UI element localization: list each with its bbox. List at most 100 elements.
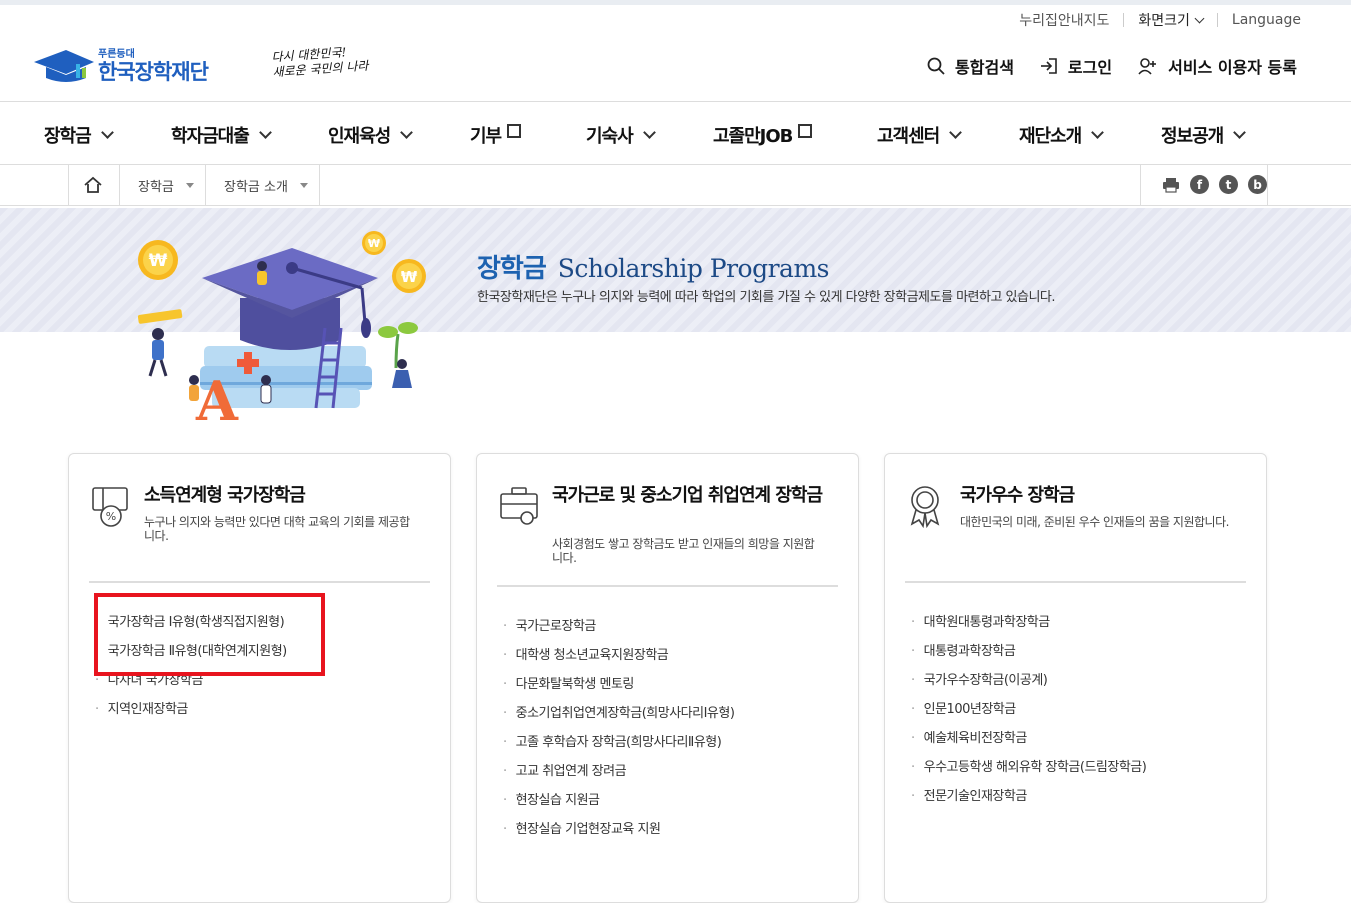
- gnb-item-about[interactable]: 재단소개: [1019, 122, 1105, 148]
- blog-icon[interactable]: b: [1248, 175, 1267, 194]
- scholarship-list: 대학원대통령과학장학금 대통령과학장학금 국가우수장학금(이공계) 인문100년…: [911, 614, 1147, 817]
- list-item[interactable]: 국가우수장학금(이공계): [911, 672, 1146, 701]
- list-item[interactable]: 다문화탈북학생 멘토링: [503, 676, 734, 705]
- main-navigation: 장학금 학자금대출 인재육성 기부 기숙사 고졸만JOB 고객센터 재단소개 정…: [0, 101, 1351, 165]
- login-icon: [1040, 58, 1057, 74]
- header-actions: 통합검색 로그인 서비스 이용자 등록: [901, 54, 1297, 78]
- chevron-down-icon: [1091, 125, 1105, 139]
- list-item[interactable]: 전문기술인재장학금: [911, 788, 1146, 817]
- svg-text:A: A: [195, 369, 239, 424]
- login-label: 로그인: [1067, 58, 1113, 77]
- chevron-down-icon: [1194, 13, 1205, 24]
- search-button[interactable]: 통합검색: [927, 54, 1014, 78]
- card-description: 누구나 의지와 능력만 있다면 대학 교육의 기회를 제공합니다.: [144, 515, 410, 543]
- slogan: 다시 대한민국! 새로운 국민의 나라: [271, 44, 369, 81]
- coin-icon: ₩: [138, 240, 178, 280]
- gnb-item-disclosure[interactable]: 정보공개: [1161, 122, 1247, 148]
- divider: [1216, 13, 1218, 27]
- list-item[interactable]: 대학생 청소년교육지원장학금: [503, 647, 734, 676]
- search-label: 통합검색: [955, 58, 1014, 77]
- list-item[interactable]: 지역인재장학금: [95, 701, 287, 730]
- utility-bar: 누리집안내지도 화면크기 Language: [1019, 10, 1301, 30]
- breadcrumb-level1-label: 장학금: [138, 179, 174, 195]
- gnb-item-job[interactable]: 고졸만JOB: [713, 122, 813, 148]
- graduation-illustration: ₩ ₩ ₩ A: [130, 228, 430, 433]
- add-user-icon: [1138, 58, 1157, 75]
- gnb-item-donation[interactable]: 기부: [470, 122, 522, 148]
- language-button[interactable]: Language: [1232, 12, 1301, 28]
- list-item[interactable]: 현장실습 기업현장교육 지원: [503, 821, 734, 850]
- list-item[interactable]: 중소기업취업연계장학금(희망사다리Ⅰ유형): [503, 705, 735, 734]
- scholarship-list: 국가근로장학금 대학생 청소년교육지원장학금 다문화탈북학생 멘토링 중소기업취…: [503, 618, 735, 850]
- font-size-button[interactable]: 화면크기: [1138, 10, 1205, 30]
- register-button[interactable]: 서비스 이용자 등록: [1138, 54, 1297, 78]
- card-title: 국가근로 및 중소기업 취업연계 장학금: [552, 485, 823, 506]
- page-title-korean: 장학금: [477, 254, 547, 284]
- breadcrumb-level2[interactable]: 장학금 소개: [205, 165, 320, 205]
- list-item[interactable]: 국가근로장학금: [503, 618, 734, 647]
- money-document-icon: %: [91, 484, 131, 528]
- logo-text: 푸른등대 한국장학재단: [98, 48, 209, 84]
- site-logo[interactable]: 푸른등대 한국장학재단: [32, 46, 209, 86]
- top-strip: [0, 0, 1351, 5]
- svg-text:₩: ₩: [368, 237, 380, 250]
- chevron-down-icon: [1233, 125, 1247, 139]
- list-item[interactable]: 고졸 후학습자 장학금(희망사다리Ⅱ유형): [503, 734, 734, 763]
- caret-down-icon: [299, 182, 308, 188]
- list-item[interactable]: 다자녀 국가장학금: [95, 672, 287, 701]
- gnb-label: 고졸만JOB: [713, 126, 793, 147]
- gnb-label: 기부: [470, 126, 502, 147]
- gnb-label: 기숙사: [586, 126, 634, 147]
- home-button[interactable]: [68, 165, 119, 205]
- list-item[interactable]: 인문100년장학금: [911, 701, 1146, 730]
- gnb-item-customer-center[interactable]: 고객센터: [877, 122, 963, 148]
- twitter-icon[interactable]: t: [1219, 175, 1238, 194]
- card-title: 소득연계형 국가장학금: [144, 485, 306, 506]
- chevron-down-icon: [642, 125, 656, 139]
- list-item[interactable]: 예술체육비전장학금: [911, 730, 1146, 759]
- logo-tagline: 푸른등대: [98, 48, 135, 60]
- share-icons: f t b: [1162, 175, 1267, 194]
- scholarship-card-work: 국가근로 및 중소기업 취업연계 장학금 사회경험도 쌓고 장학금도 받고 인재…: [476, 453, 859, 903]
- list-item[interactable]: 고교 취업연계 장려금: [503, 763, 734, 792]
- card-title: 국가우수 장학금: [960, 485, 1075, 506]
- award-medal-icon: [907, 484, 947, 529]
- breadcrumb: 장학금 장학금 소개 f t b: [0, 165, 1351, 206]
- gnb-label: 장학금: [44, 126, 92, 147]
- chevron-down-icon: [258, 125, 272, 139]
- gnb-item-talent[interactable]: 인재육성: [328, 122, 414, 148]
- gnb-item-scholarship[interactable]: 장학금: [44, 122, 114, 148]
- svg-text:₩: ₩: [401, 268, 418, 286]
- list-item[interactable]: 우수고등학생 해외유학 장학금(드림장학금): [911, 759, 1147, 788]
- list-item[interactable]: 현장실습 지원금: [503, 792, 734, 821]
- briefcase-icon: [499, 484, 539, 528]
- register-label: 서비스 이용자 등록: [1168, 58, 1297, 77]
- page-title-english: Scholarship Programs: [557, 254, 830, 283]
- svg-text:%: %: [106, 510, 116, 523]
- divider: [905, 581, 1246, 583]
- list-item[interactable]: 대학원대통령과학장학금: [911, 614, 1146, 643]
- gnb-label: 고객센터: [877, 126, 940, 147]
- page-title: 장학금 Scholarship Programs: [477, 248, 830, 285]
- gnb-label: 정보공개: [1161, 126, 1224, 147]
- highlight-box: [94, 593, 325, 676]
- gnb-label: 인재육성: [328, 126, 391, 147]
- card-description: 사회경험도 쌓고 장학금도 받고 인재들의 희망을 지원합니다.: [552, 537, 815, 565]
- divider: [89, 581, 430, 583]
- print-icon[interactable]: [1162, 177, 1180, 193]
- coin-icon: ₩: [362, 231, 386, 255]
- facebook-icon[interactable]: f: [1190, 175, 1209, 194]
- login-button[interactable]: 로그인: [1040, 54, 1112, 78]
- breadcrumb-level1[interactable]: 장학금: [119, 165, 205, 205]
- divider: [497, 585, 838, 587]
- card-description: 대한민국의 미래, 준비된 우수 인재들의 꿈을 지원합니다.: [960, 515, 1229, 529]
- gnb-item-dormitory[interactable]: 기숙사: [586, 122, 656, 148]
- chevron-down-icon: [949, 125, 963, 139]
- logo-name: 한국장학재단: [98, 59, 209, 84]
- sitemap-link[interactable]: 누리집안내지도: [1019, 10, 1109, 30]
- divider: [1123, 13, 1125, 27]
- breadcrumb-level2-label: 장학금 소개: [224, 179, 288, 195]
- page-description: 한국장학재단은 누구나 의지와 능력에 따라 학업의 기회를 가질 수 있게 다…: [477, 290, 1056, 305]
- list-item[interactable]: 대통령과학장학금: [911, 643, 1146, 672]
- gnb-item-loan[interactable]: 학자금대출: [171, 122, 272, 148]
